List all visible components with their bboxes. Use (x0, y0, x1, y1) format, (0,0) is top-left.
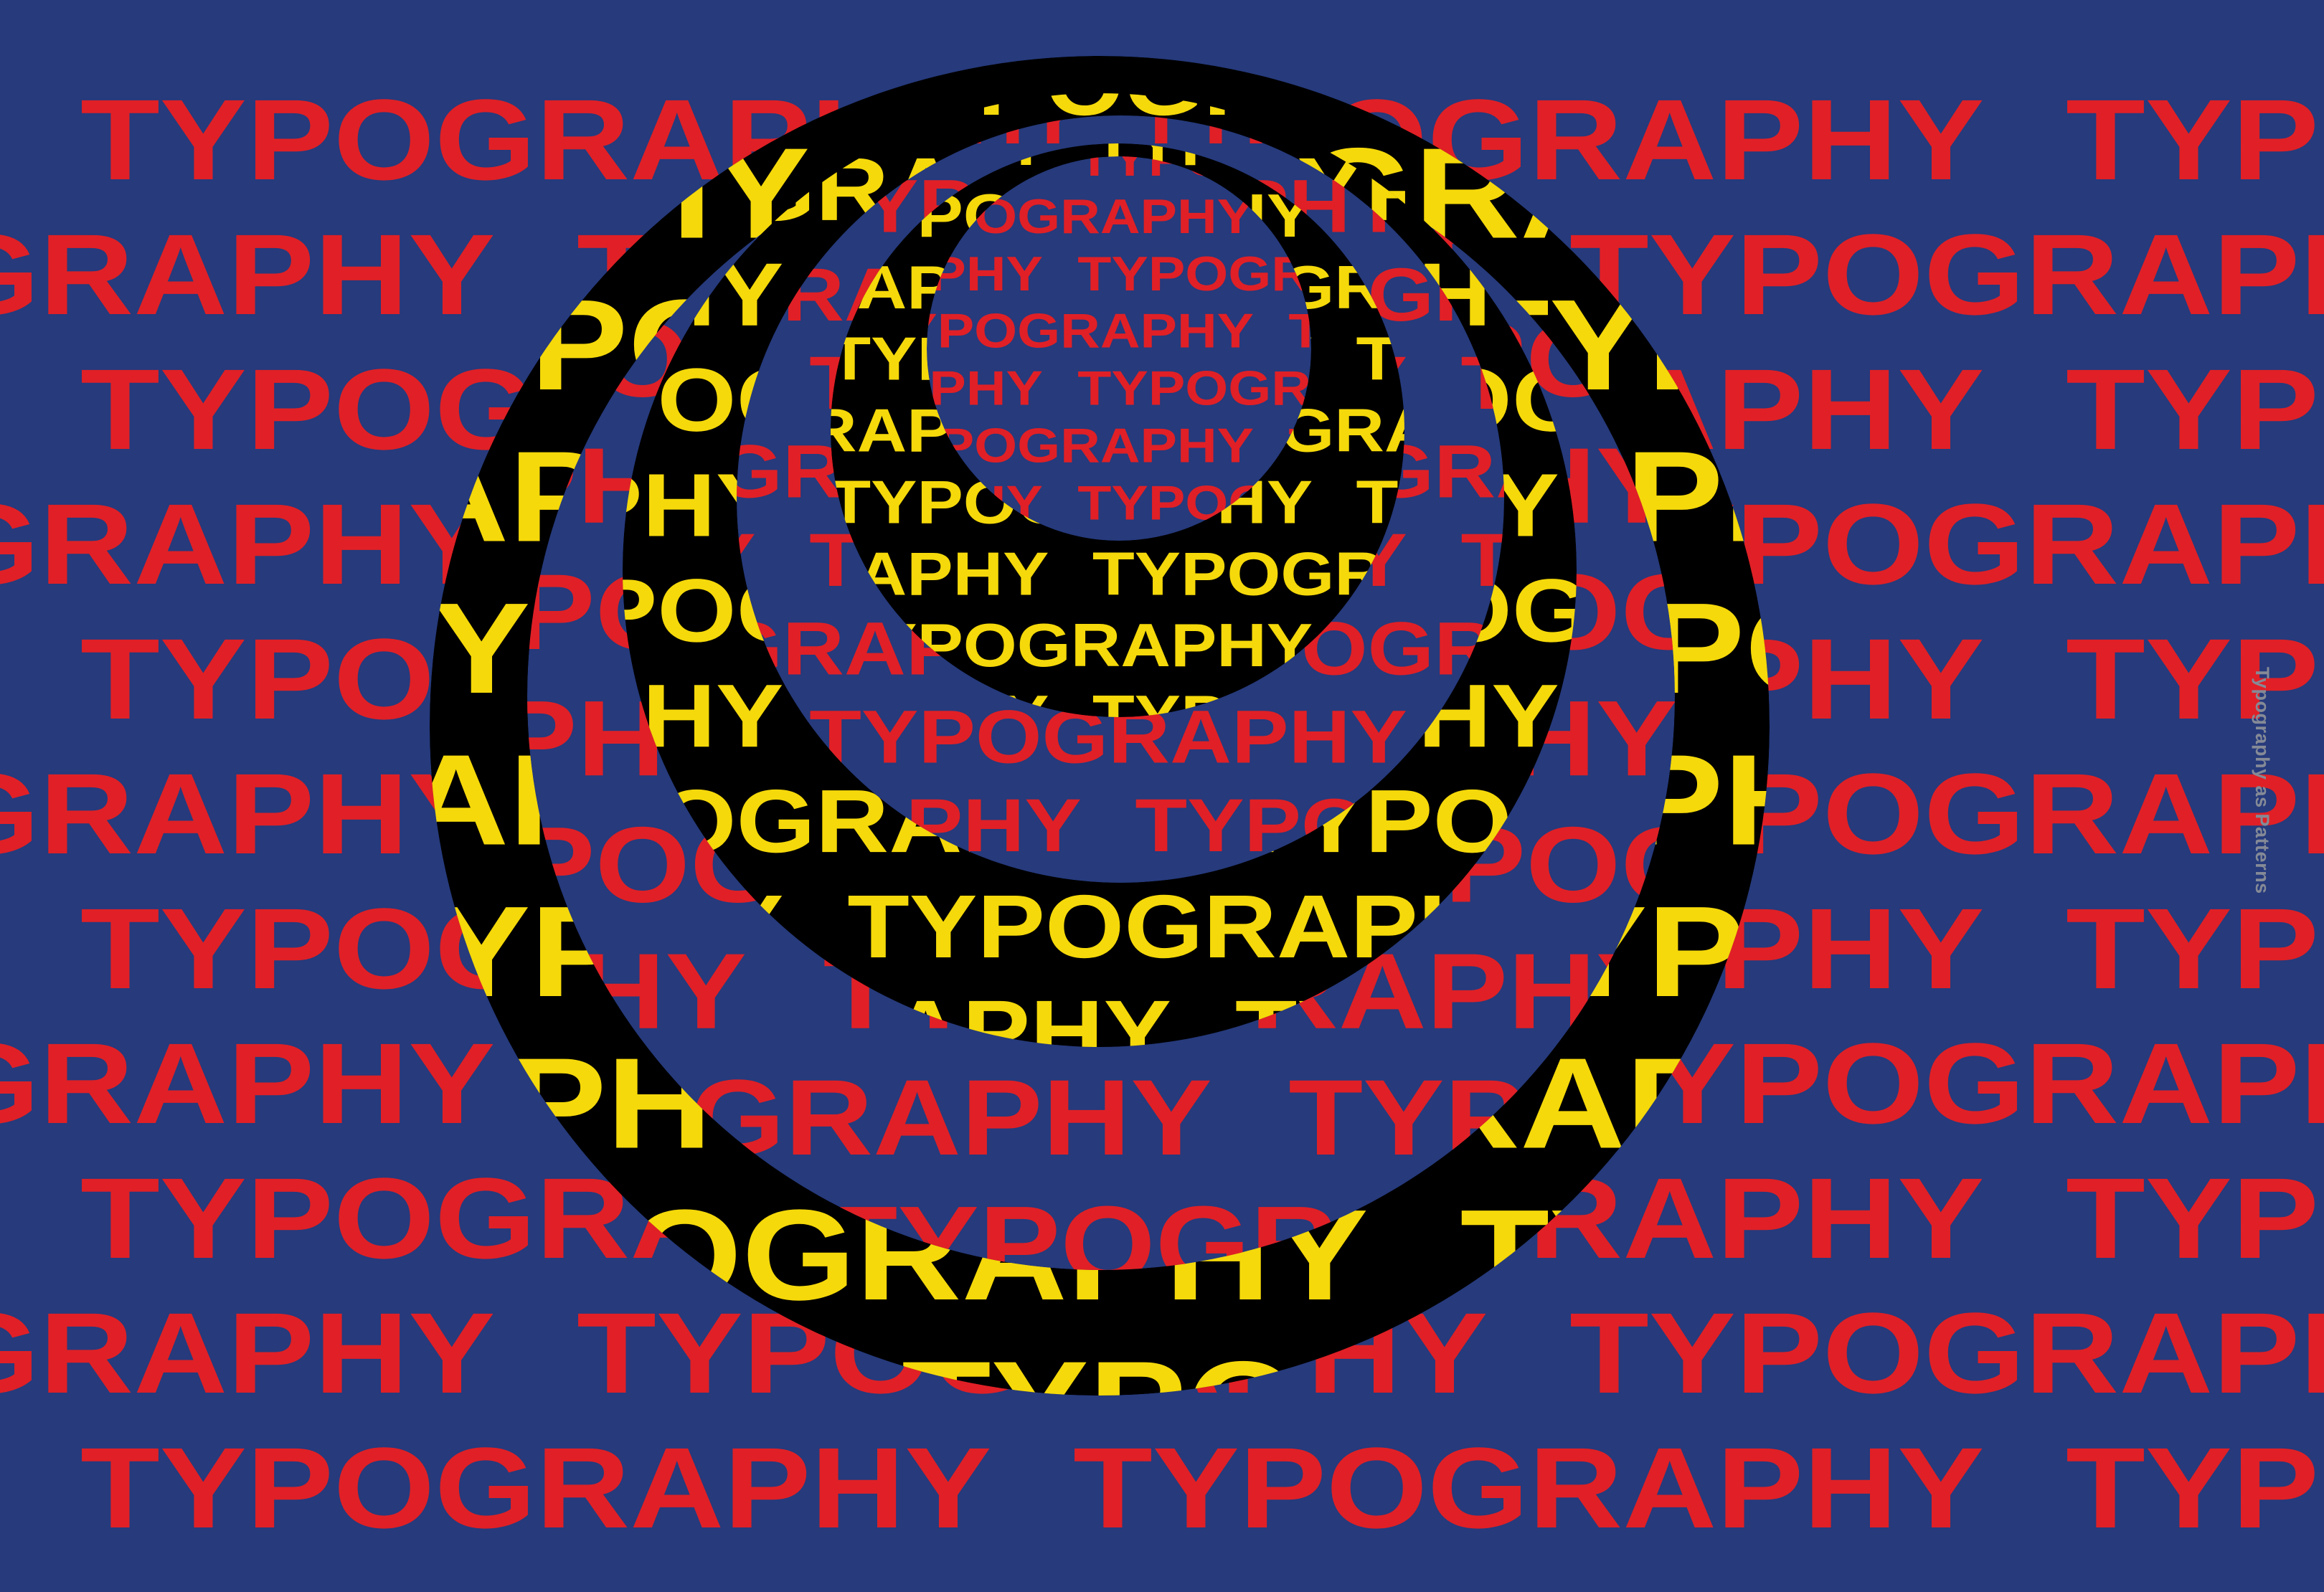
background-pattern-word: TYPOGRAPHY (80, 1423, 991, 1552)
background-pattern-word: TYPOGRAPHY (1073, 1423, 1984, 1552)
background-pattern-word: TYPOGRAPHY (2066, 345, 2324, 473)
typography-pattern-artwork: TYPOGRAPHYTYPOGRAPHYTYPOGRAPHYTYPOGRAPHY… (0, 0, 2324, 1592)
background-pattern-word: TYPOGRAPHY (0, 480, 495, 608)
background-pattern-word: TYPOGRAPHY (2066, 1154, 2324, 1282)
background-pattern-word: TYPOGRAPHY (1569, 1289, 2324, 1417)
background-pattern-word: TYPOGRAPHY (0, 210, 495, 338)
background-pattern-word: TYPOGRAPHY (2066, 1423, 2324, 1552)
background-pattern-word: TYPOGRAPHY (0, 749, 495, 878)
poster-caption: Typography as Patterns (2252, 667, 2273, 894)
background-pattern-word: TYPOGRAPHY (1569, 210, 2324, 338)
background-pattern-word: TYPOGRAPHY (0, 1019, 495, 1147)
background-pattern-word: TYPOGRAPHY (0, 1289, 495, 1417)
background-pattern-word: TYPOGRAPHY (2066, 884, 2324, 1013)
background-pattern-word: TYPOGRAPHY (2066, 75, 2324, 204)
background-pattern-word: TYPOGRAPHY (2066, 615, 2324, 743)
